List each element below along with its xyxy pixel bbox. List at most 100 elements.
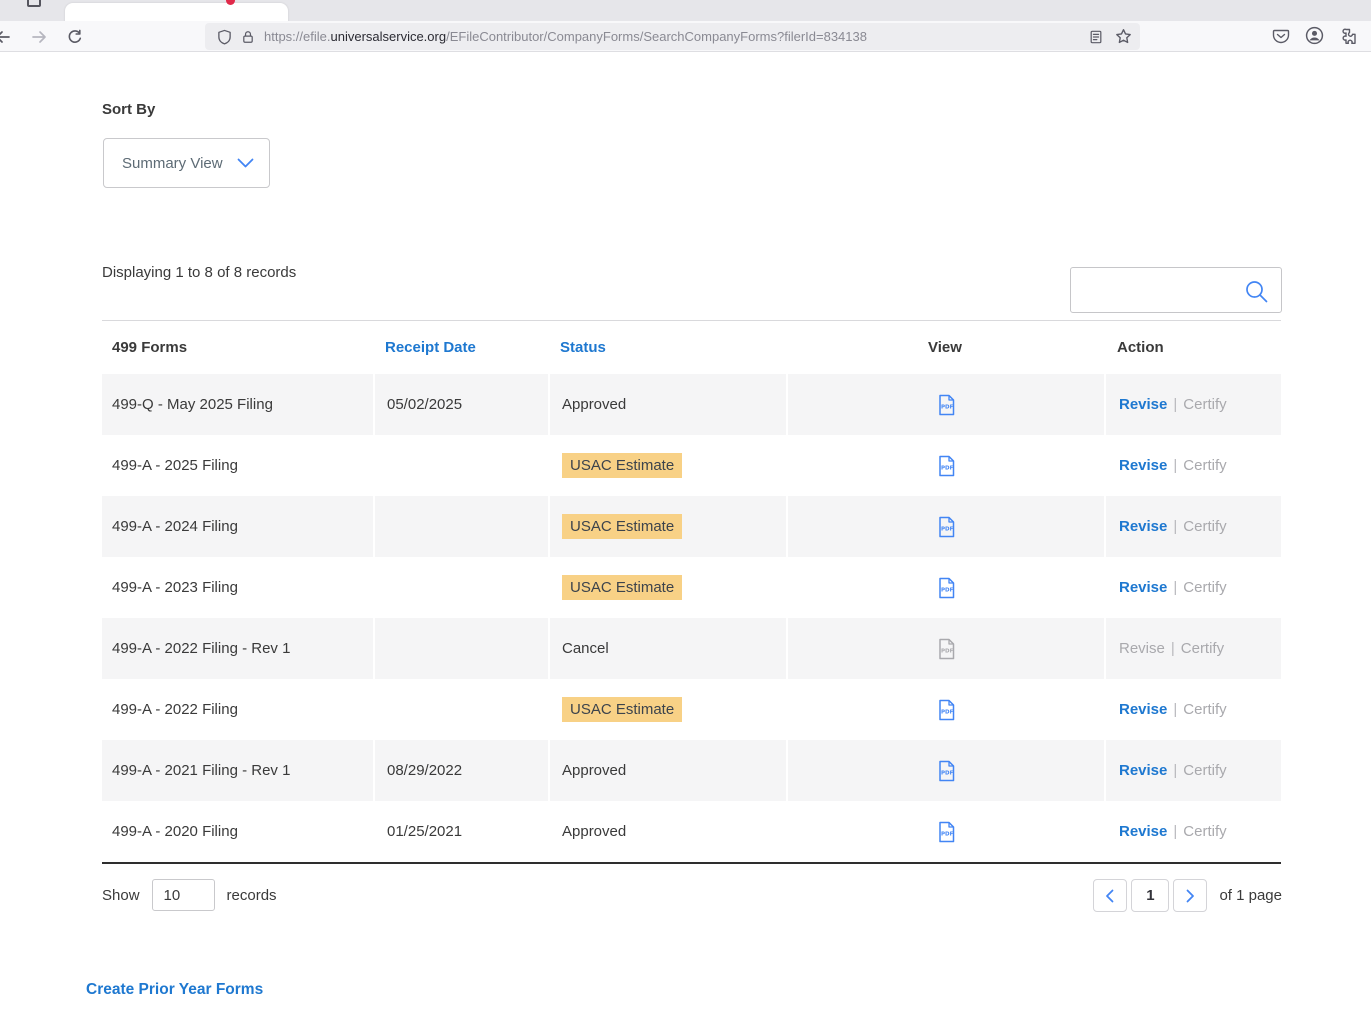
- table-row: 499-A - 2021 Filing - Rev 1 08/29/2022 A…: [102, 740, 1281, 801]
- revise-link[interactable]: Revise: [1119, 396, 1167, 413]
- pdf-icon[interactable]: PDF: [937, 760, 956, 782]
- svg-text:PDF: PDF: [941, 648, 954, 654]
- certify-link[interactable]: Certify: [1183, 823, 1226, 840]
- table-footer: Show records 1 of 1 page: [102, 875, 1282, 915]
- action-separator: |: [1173, 701, 1177, 718]
- action-separator: |: [1173, 762, 1177, 779]
- forward-button[interactable]: [28, 26, 50, 48]
- sidebar-toggle-icon[interactable]: [27, 0, 41, 7]
- certify-link[interactable]: Certify: [1183, 762, 1226, 779]
- lock-icon[interactable]: [241, 29, 255, 45]
- header-view: View: [786, 339, 1104, 356]
- table-row: 499-Q - May 2025 Filing 05/02/2025 Appro…: [102, 374, 1281, 435]
- search-icon[interactable]: [1244, 279, 1269, 304]
- certify-link[interactable]: Certify: [1183, 579, 1226, 596]
- browser-nav-toolbar: https://efile.universalservice.org/EFile…: [0, 21, 1371, 52]
- sort-by-label: Sort By: [102, 101, 155, 118]
- next-page-button[interactable]: [1173, 879, 1207, 912]
- table-row: 499-A - 2025 Filing USAC Estimate PDF Re…: [102, 435, 1281, 496]
- revise-link[interactable]: Revise: [1119, 457, 1167, 474]
- certify-link[interactable]: Certify: [1183, 701, 1226, 718]
- table-body: 499-Q - May 2025 Filing 05/02/2025 Appro…: [102, 374, 1281, 862]
- chevron-right-icon: [1183, 888, 1197, 904]
- svg-text:PDF: PDF: [941, 709, 954, 715]
- chevron-left-icon: [1103, 888, 1117, 904]
- reload-icon: [67, 29, 83, 45]
- extensions-puzzle-icon[interactable]: [1339, 27, 1357, 45]
- status-value: USAC Estimate: [562, 453, 682, 478]
- header-status[interactable]: Status: [548, 339, 786, 356]
- table-row: 499-A - 2024 Filing USAC Estimate PDF Re…: [102, 496, 1281, 557]
- action-separator: |: [1173, 396, 1177, 413]
- certify-link[interactable]: Certify: [1183, 396, 1226, 413]
- forward-arrow-icon: [31, 29, 47, 45]
- revise-link[interactable]: Revise: [1119, 518, 1167, 535]
- current-page: 1: [1131, 879, 1169, 912]
- pdf-icon: PDF: [937, 638, 956, 660]
- form-name: 499-Q - May 2025 Filing: [102, 396, 373, 413]
- search-input[interactable]: [1079, 272, 1239, 308]
- status-value: Cancel: [562, 640, 609, 657]
- sort-view-value: Summary View: [122, 155, 223, 172]
- pdf-icon[interactable]: PDF: [937, 516, 956, 538]
- revise-link: Revise: [1119, 640, 1165, 657]
- table-row: 499-A - 2022 Filing - Rev 1 Cancel PDF R…: [102, 618, 1281, 679]
- form-name: 499-A - 2022 Filing - Rev 1: [102, 640, 373, 657]
- pdf-icon[interactable]: PDF: [937, 455, 956, 477]
- action-separator: |: [1173, 579, 1177, 596]
- url-bar[interactable]: https://efile.universalservice.org/EFile…: [205, 23, 1140, 50]
- table-row: 499-A - 2022 Filing USAC Estimate PDF Re…: [102, 679, 1281, 740]
- form-name: 499-A - 2025 Filing: [102, 457, 373, 474]
- svg-text:PDF: PDF: [941, 831, 954, 837]
- pagination: 1 of 1 page: [1093, 879, 1282, 912]
- pocket-icon[interactable]: [1272, 27, 1290, 45]
- account-icon[interactable]: [1305, 26, 1324, 45]
- status-value: Approved: [562, 762, 626, 779]
- header-499-forms: 499 Forms: [102, 339, 373, 356]
- receipt-date: [373, 679, 548, 740]
- receipt-date: 05/02/2025: [373, 374, 548, 435]
- reload-button[interactable]: [64, 26, 86, 48]
- records-summary: Displaying 1 to 8 of 8 records: [102, 264, 296, 281]
- reader-mode-icon[interactable]: [1089, 29, 1103, 45]
- create-prior-year-forms-link[interactable]: Create Prior Year Forms: [86, 981, 263, 999]
- revise-link[interactable]: Revise: [1119, 579, 1167, 596]
- bookmark-star-icon[interactable]: [1115, 28, 1132, 45]
- pdf-icon[interactable]: PDF: [937, 821, 956, 843]
- form-name: 499-A - 2023 Filing: [102, 579, 373, 596]
- revise-link[interactable]: Revise: [1119, 762, 1167, 779]
- sort-view-dropdown[interactable]: Summary View: [103, 138, 270, 188]
- url-domain: universalservice.org: [330, 29, 446, 44]
- form-name: 499-A - 2022 Filing: [102, 701, 373, 718]
- form-name: 499-A - 2021 Filing - Rev 1: [102, 762, 373, 779]
- receipt-date: [373, 496, 548, 557]
- pdf-icon[interactable]: PDF: [937, 699, 956, 721]
- shield-icon[interactable]: [217, 29, 232, 45]
- status-value: Approved: [562, 823, 626, 840]
- back-button[interactable]: [0, 26, 14, 48]
- svg-text:PDF: PDF: [941, 465, 954, 471]
- browser-tab[interactable]: [65, 3, 288, 21]
- action-separator: |: [1173, 823, 1177, 840]
- revise-link[interactable]: Revise: [1119, 823, 1167, 840]
- pdf-icon[interactable]: PDF: [937, 394, 956, 416]
- pdf-icon[interactable]: PDF: [937, 577, 956, 599]
- svg-text:PDF: PDF: [941, 404, 954, 410]
- status-value: USAC Estimate: [562, 514, 682, 539]
- chevron-down-icon: [237, 158, 254, 169]
- certify-link: Certify: [1181, 640, 1224, 657]
- records-label: records: [227, 887, 277, 904]
- header-receipt-date[interactable]: Receipt Date: [373, 339, 548, 356]
- search-box: [1070, 267, 1282, 313]
- receipt-date: [373, 435, 548, 496]
- table-header-row: 499 Forms Receipt Date Status View Actio…: [102, 320, 1281, 374]
- receipt-date: 01/25/2021: [373, 801, 548, 862]
- prev-page-button[interactable]: [1093, 879, 1127, 912]
- header-action: Action: [1104, 339, 1281, 356]
- revise-link[interactable]: Revise: [1119, 701, 1167, 718]
- url-path: /EFileContributor/CompanyForms/SearchCom…: [446, 29, 867, 44]
- certify-link[interactable]: Certify: [1183, 518, 1226, 535]
- certify-link[interactable]: Certify: [1183, 457, 1226, 474]
- page-size-input[interactable]: [152, 879, 215, 911]
- svg-text:PDF: PDF: [941, 526, 954, 532]
